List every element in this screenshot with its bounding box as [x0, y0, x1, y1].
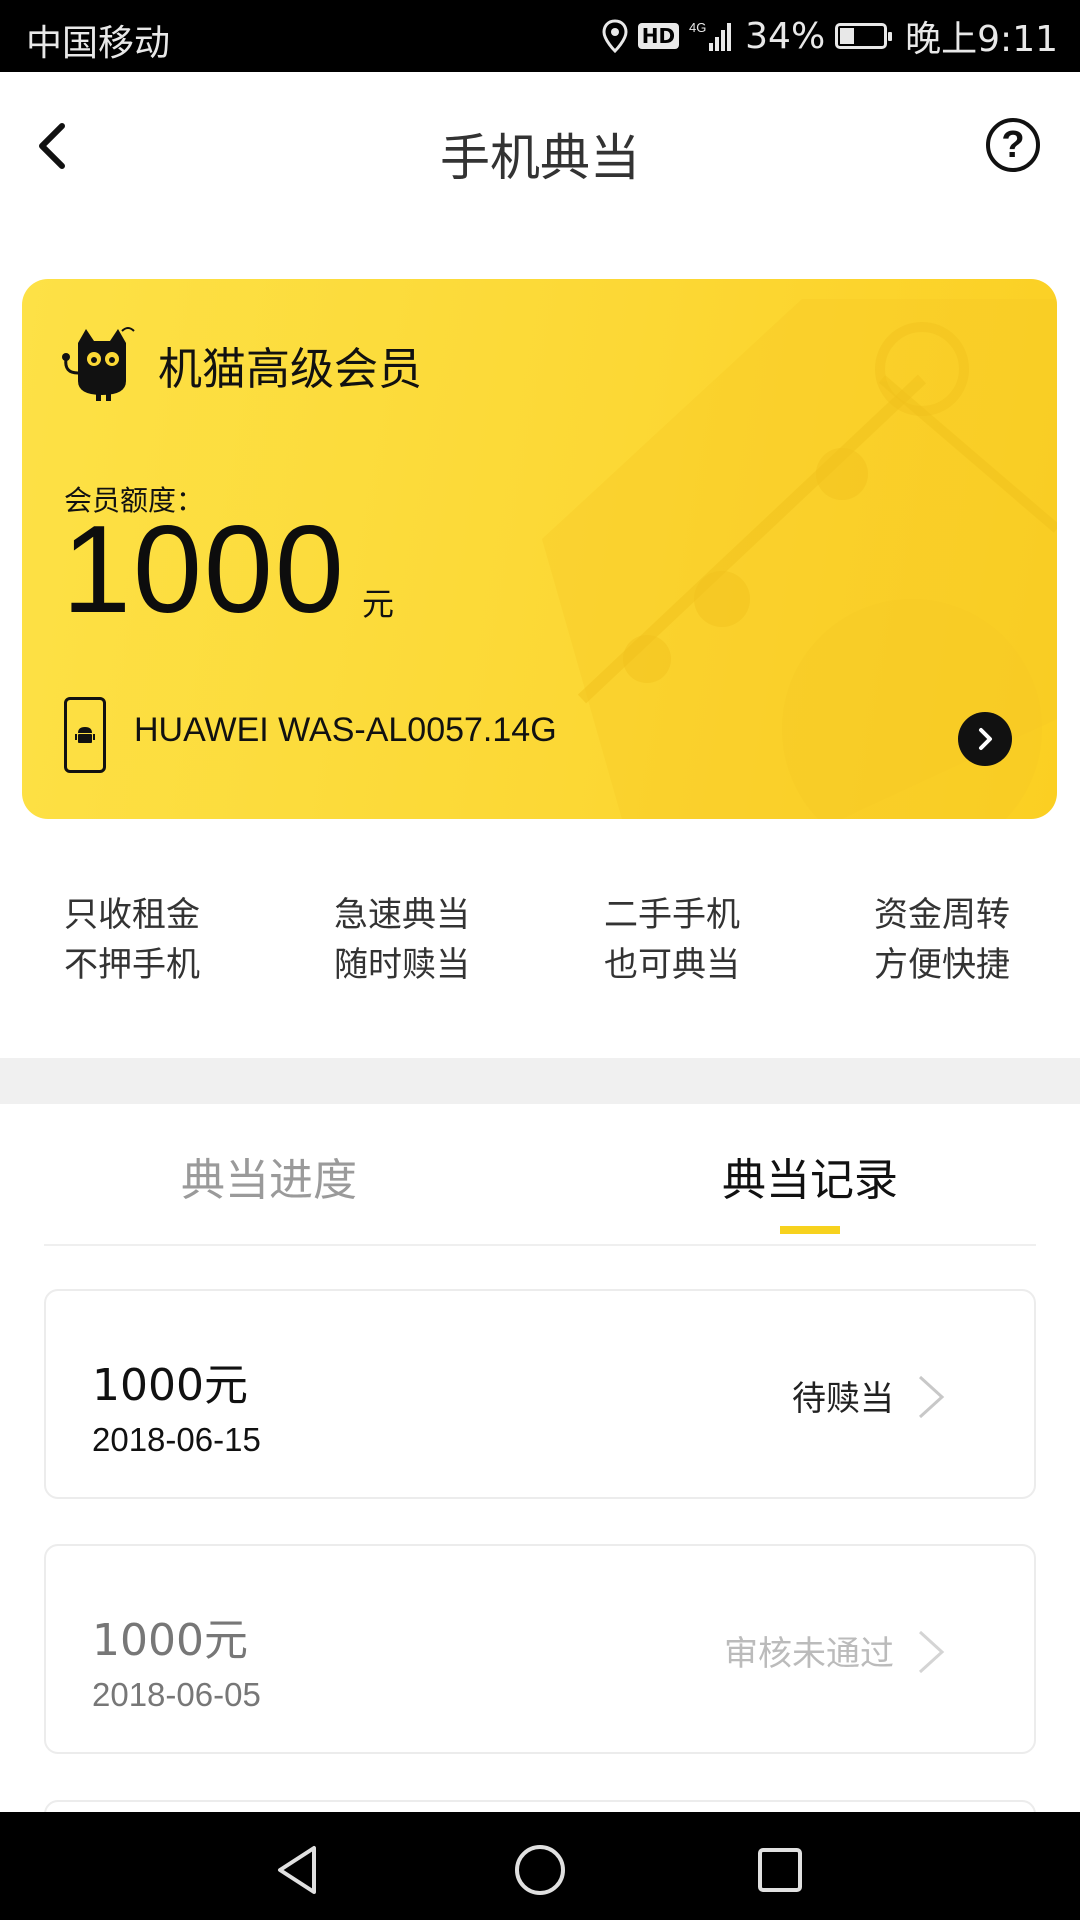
feature-item: 资金周转 方便快捷	[874, 890, 1074, 990]
nav-back-button[interactable]	[272, 1842, 328, 1898]
feature-line: 只收租金	[64, 895, 200, 935]
android-icon	[75, 727, 95, 743]
membership-title: 机猫高级会员	[158, 344, 422, 395]
chevron-right-icon	[918, 1630, 945, 1674]
chevron-right-icon	[918, 1375, 945, 1419]
home-circle-icon	[515, 1845, 565, 1895]
question-circle-icon: ?	[1001, 123, 1025, 166]
app-header: 手机典当 ?	[0, 72, 1080, 222]
tab-pawn-records[interactable]: 典当记录	[722, 1144, 898, 1208]
quota-unit: 元	[362, 585, 395, 623]
feature-line: 二手手机	[604, 895, 740, 935]
status-icons: HD 4G 34% 晚上9:11	[602, 12, 1058, 60]
chevron-right-icon	[979, 728, 992, 750]
battery-icon	[835, 23, 893, 49]
active-tab-indicator	[780, 1226, 840, 1234]
record-amount: 1000元	[92, 1360, 248, 1411]
record-amount: 1000元	[92, 1615, 248, 1666]
feature-item: 急速典当 随时赎当	[334, 890, 534, 990]
tab-divider	[44, 1244, 1036, 1246]
nav-home-button[interactable]	[512, 1842, 568, 1898]
signal-icon: 4G	[689, 19, 735, 53]
member-card[interactable]: 机猫高级会员 会员额度： 1000 元 HUAWEI WAS-AL0057.14…	[22, 279, 1057, 819]
tab-bar: 典当进度 典当记录	[0, 1104, 1080, 1246]
page-title: 手机典当	[440, 129, 640, 187]
device-storage: 57.14G	[445, 711, 557, 749]
quota-value: 1000	[62, 501, 346, 639]
carrier-name: 中国移动	[26, 23, 171, 64]
feature-item: 只收租金 不押手机	[64, 890, 264, 990]
tab-pawn-progress[interactable]: 典当进度	[181, 1144, 357, 1208]
feature-line: 随时赎当	[334, 945, 470, 985]
feature-line: 急速典当	[334, 895, 470, 935]
status-bar: 中国移动 HD 4G 34% 晚上9:11	[0, 0, 1080, 72]
record-item[interactable]: 1000元 2018-06-05 审核未通过	[44, 1544, 1036, 1754]
record-status: 审核未通过	[724, 1634, 894, 1674]
feature-line: 方便快捷	[874, 945, 1010, 985]
record-item[interactable]: 1000元 2018-06-15 待赎当	[44, 1289, 1036, 1499]
clock: 晚上9:11	[905, 19, 1058, 60]
hd-badge: HD	[637, 23, 680, 49]
device-model: HUAWEI WAS-AL00	[134, 711, 446, 749]
feature-line: 不押手机	[64, 945, 200, 985]
system-nav-bar	[0, 1812, 1080, 1920]
network-type-text: 4G	[689, 20, 706, 35]
device-info: HUAWEI WAS-AL0057.14G	[134, 711, 557, 750]
feature-item: 二手手机 也可典当	[604, 890, 804, 990]
location-icon	[602, 19, 628, 53]
record-date: 2018-06-15	[92, 1421, 261, 1458]
help-button[interactable]: ?	[986, 118, 1040, 172]
battery-percent: 34%	[745, 15, 826, 57]
record-status: 待赎当	[792, 1379, 894, 1419]
nav-recents-button[interactable]	[752, 1842, 808, 1898]
feature-list: 只收租金 不押手机 急速典当 随时赎当 二手手机 也可典当 资金周转 方便快捷	[0, 890, 1080, 1000]
feature-line: 资金周转	[874, 895, 1010, 935]
record-date: 2018-06-05	[92, 1676, 261, 1713]
recents-square-icon	[758, 1848, 802, 1892]
phone-icon	[64, 697, 106, 773]
back-triangle-icon	[278, 1846, 316, 1894]
section-divider	[0, 1058, 1080, 1104]
device-detail-button[interactable]	[958, 712, 1012, 766]
feature-line: 也可典当	[604, 945, 740, 985]
cat-logo-icon	[56, 323, 140, 403]
